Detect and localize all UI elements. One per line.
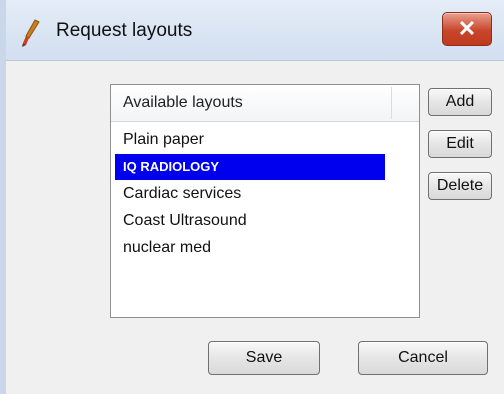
cancel-button[interactable]: Cancel [358, 341, 488, 375]
list-item-cardiac-services[interactable]: Cardiac services [111, 181, 419, 207]
title-bar: Request layouts ✕ [6, 0, 504, 61]
list-item-iq-radiology[interactable]: IQ RADIOLOGY [115, 154, 385, 180]
list-item-coast-ultrasound[interactable]: Coast Ultrasound [111, 208, 419, 234]
dialog-title: Request layouts [56, 20, 193, 41]
request-layouts-dialog: Request layouts ✕ Available layouts Plai… [0, 0, 504, 394]
list-item-plain-paper[interactable]: Plain paper [111, 127, 419, 153]
list-item-nuclear-med[interactable]: nuclear med [111, 235, 419, 261]
brush-icon [22, 19, 40, 47]
column-header-label: Available layouts [123, 94, 243, 111]
add-button[interactable]: Add [428, 88, 492, 116]
close-button[interactable]: ✕ [442, 12, 492, 46]
list-column-header[interactable]: Available layouts [111, 85, 419, 122]
layout-items: Plain paper IQ RADIOLOGY Cardiac service… [111, 127, 419, 262]
column-divider[interactable] [391, 87, 392, 119]
edit-button[interactable]: Edit [428, 130, 492, 158]
layouts-listbox[interactable]: Available layouts Plain paper IQ RADIOLO… [110, 84, 420, 318]
delete-button[interactable]: Delete [428, 172, 492, 200]
save-button[interactable]: Save [208, 341, 320, 375]
close-icon: ✕ [457, 16, 477, 41]
